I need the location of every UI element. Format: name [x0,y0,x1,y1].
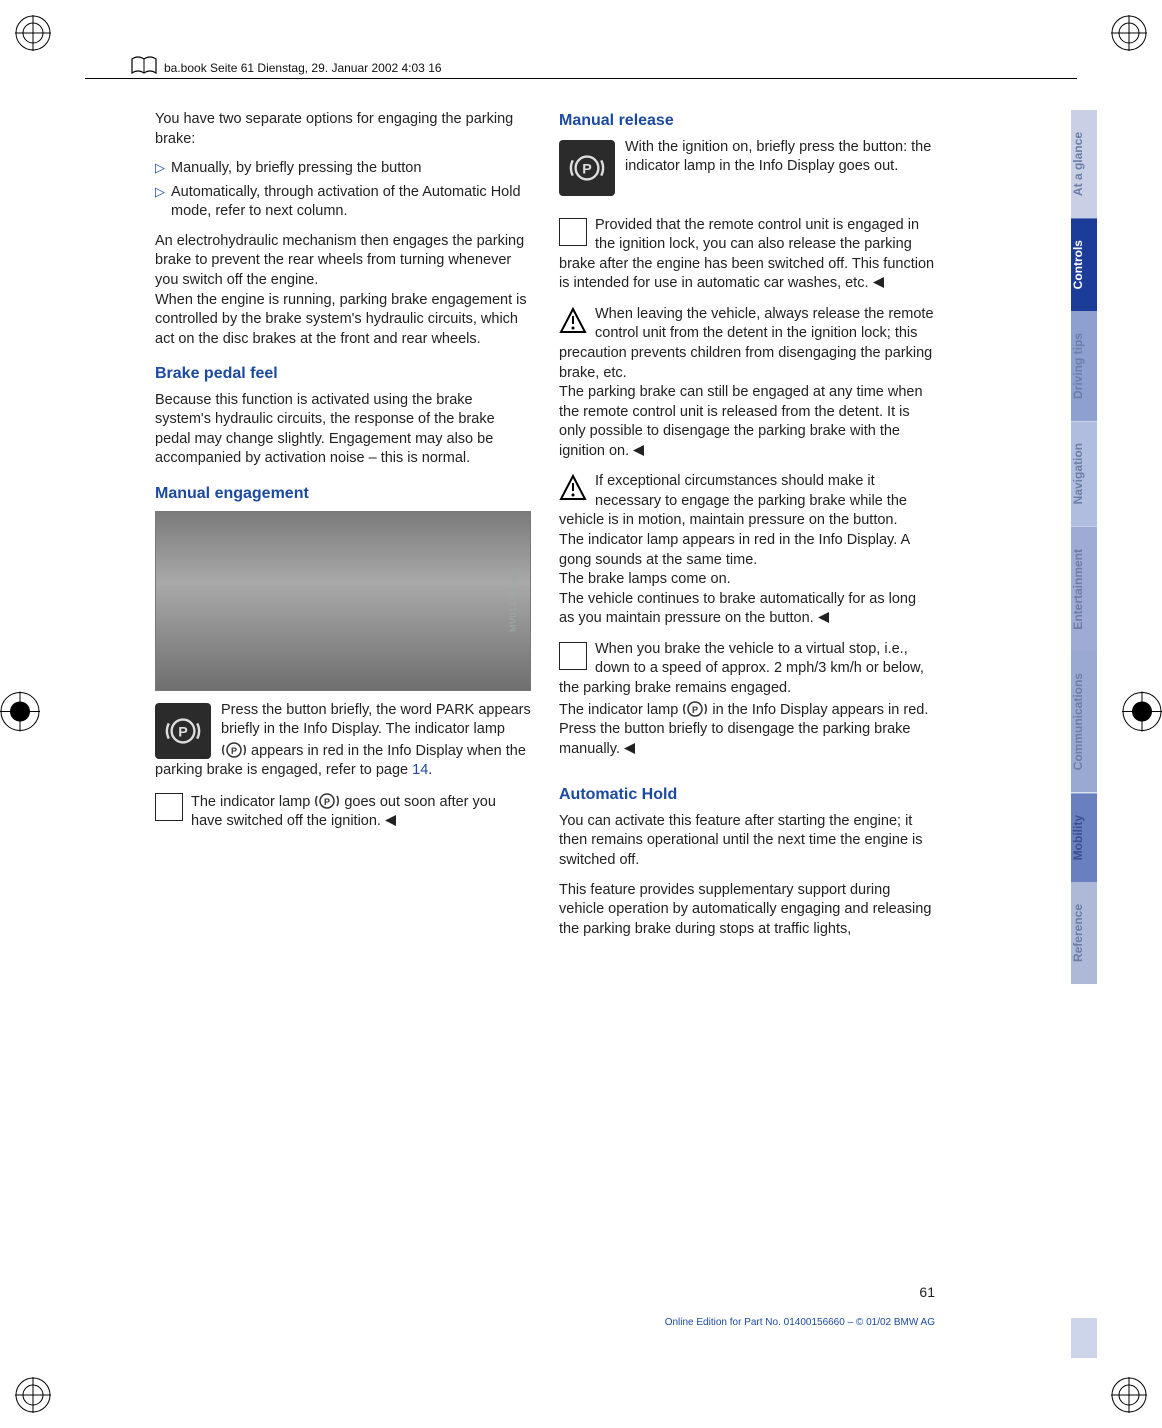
svg-text:P: P [178,724,188,740]
end-triangle-icon [385,813,396,833]
heading-brake-pedal-feel: Brake pedal feel [155,363,531,385]
bullet-triangle-icon: ▷ [155,159,165,179]
paragraph-text: If exceptional circumstances should make… [559,473,907,528]
paragraph-text: Press the button briefly, the word PARK … [221,702,531,738]
tab-entertainment[interactable]: Entertainment [1071,527,1097,652]
column-left: You have two separate options for engagi… [155,110,531,949]
parking-indicator-icon: P [155,703,211,759]
note-paragraph: When you brake the vehicle to a virtual … [559,640,935,760]
end-triangle-icon [873,275,884,295]
svg-text:P: P [692,705,698,715]
tab-mobility[interactable]: Mobility [1071,793,1097,882]
end-triangle-icon [633,443,644,463]
crop-mark-icon [1111,15,1147,51]
paragraph-text: When you brake the vehicle to a virtual … [559,641,924,696]
paragraph-text: With the ignition on, briefly press the … [625,139,931,175]
paragraph: You have two separate options for engagi… [155,110,531,149]
footer-text: Online Edition for Part No. 01400156660 … [665,1317,935,1328]
column-right: Manual release P With the ignition on, b… [559,110,935,949]
header-rule [85,78,1077,79]
crop-mark-icon [1111,1377,1147,1413]
bullet-text: Automatically, through activation of the… [171,183,531,222]
paragraph-text: When the engine is running, parking brak… [155,292,527,347]
warning-triangle-icon [559,307,587,335]
bullet-item: ▷ Automatically, through activation of t… [155,183,531,222]
crop-mark-icon [15,15,51,51]
warning-paragraph: If exceptional circumstances should make… [559,472,935,630]
warning-triangle-icon [559,474,587,502]
page-edge-marker [1071,1318,1097,1358]
bullet-item: ▷ Manually, by briefly pressing the butt… [155,159,531,179]
header-meta: ba.book Seite 61 Dienstag, 29. Januar 20… [130,55,442,80]
tab-at-a-glance[interactable]: At a glance [1071,110,1097,218]
paragraph-text: . [428,762,432,778]
tab-navigation[interactable]: Navigation [1071,421,1097,526]
end-triangle-icon [818,610,829,630]
paragraph: Because this function is activated using… [155,391,531,469]
registration-mark-icon [1122,692,1162,737]
note-icon [559,218,587,246]
bullet-text: Manually, by briefly pressing the button [171,159,421,179]
section-tabs: At a glance Controls Driving tips Naviga… [1071,110,1097,984]
note-icon [559,642,587,670]
heading-automatic-hold: Automatic Hold [559,784,935,806]
svg-text:P: P [324,797,330,807]
parking-lamp-inline-icon: P [314,791,340,811]
svg-text:P: P [231,746,237,756]
bullet-triangle-icon: ▷ [155,183,165,222]
paragraph-text: The parking brake can still be engaged a… [559,384,923,459]
paragraph-text: The indicator lamp appears in red in the… [559,532,909,568]
note-paragraph: Provided that the remote control unit is… [559,216,935,295]
tab-controls[interactable]: Controls [1071,218,1097,311]
parking-lamp-inline-icon: P [682,699,708,719]
paragraph-text: The brake lamps come on. [559,571,731,587]
paragraph: You can activate this feature after star… [559,812,935,871]
paragraph-text: The vehicle continues to brake automatic… [559,591,916,627]
paragraph: P Press the button briefly, the word PAR… [155,701,531,781]
paragraph-text: When leaving the vehicle, always release… [559,306,934,381]
heading-manual-engagement: Manual engagement [155,483,531,505]
page-link-14[interactable]: 14 [412,762,428,778]
svg-text:P: P [582,161,592,177]
paragraph-text: An electrohydraulic mechanism then engag… [155,233,524,288]
tab-communications[interactable]: Communications [1071,651,1097,792]
tab-reference[interactable]: Reference [1071,882,1097,984]
dashboard-photo: MV01239UEA [155,511,531,691]
open-book-icon [130,55,158,80]
paragraph-text: The indicator lamp [559,702,682,718]
header-meta-text: ba.book Seite 61 Dienstag, 29. Januar 20… [164,61,442,75]
paragraph: This feature provides supplementary supp… [559,881,935,940]
note-paragraph: The indicator lamp P goes out soon after… [155,791,531,833]
warning-paragraph: When leaving the vehicle, always release… [559,305,935,463]
photo-code: MV01239UEA [507,570,519,632]
tab-driving-tips[interactable]: Driving tips [1071,311,1097,421]
paragraph: An electrohydraulic mechanism then engag… [155,232,531,349]
parking-lamp-inline-icon: P [221,740,247,760]
paragraph: P With the ignition on, briefly press th… [559,138,935,177]
paragraph-text: The indicator lamp [191,794,314,810]
note-icon [155,793,183,821]
heading-manual-release: Manual release [559,110,935,132]
page-number: 61 [919,1284,935,1300]
crop-mark-icon [15,1377,51,1413]
parking-indicator-icon: P [559,140,615,196]
registration-mark-icon [0,692,40,737]
end-triangle-icon [624,741,635,761]
